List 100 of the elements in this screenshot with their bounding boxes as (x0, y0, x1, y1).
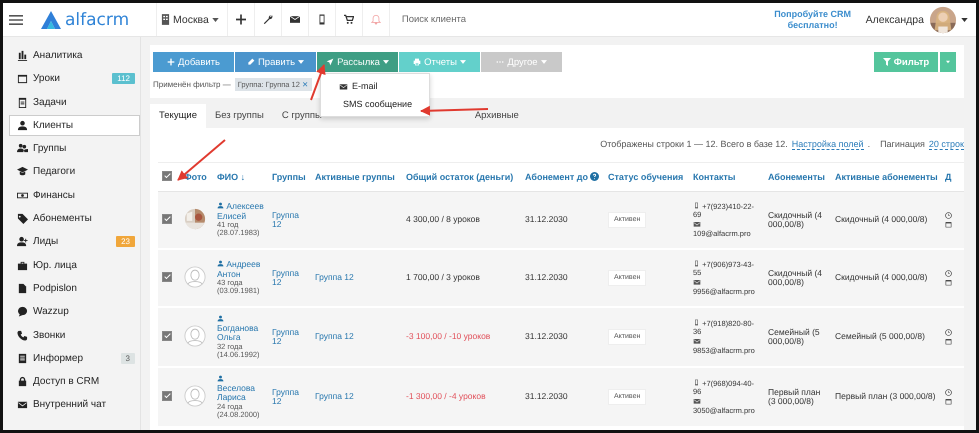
tag-icon (17, 213, 28, 224)
caret-icon[interactable] (961, 18, 968, 22)
user-icon (217, 260, 224, 268)
branch-selector[interactable]: Москва (161, 3, 228, 36)
group-link[interactable]: Группа 12 (315, 332, 354, 342)
pagination-link[interactable]: 20 строк (928, 139, 964, 150)
logo-text: alfacrm (65, 10, 130, 30)
tab[interactable]: Без группы (206, 104, 273, 128)
pagination-label: Пагинация (880, 139, 925, 150)
column-header[interactable]: Д (945, 172, 952, 182)
mobile-phone-icon (693, 319, 700, 326)
avatar-placeholder-icon (184, 266, 206, 288)
plus-icon (167, 58, 175, 66)
date-text: 31.12.2030 (525, 273, 568, 283)
caret-icon (298, 60, 304, 64)
funnel-icon (882, 58, 891, 66)
menu-icon[interactable] (9, 14, 23, 26)
client-name-link[interactable]: Богданова Ольга (217, 314, 264, 343)
column-header[interactable]: Статус обучения (608, 172, 684, 182)
field-settings-link[interactable]: Настройка полей (792, 139, 864, 150)
client-name-link[interactable]: Андреев Антон (217, 260, 264, 280)
toolbar-button[interactable]: Править (235, 52, 316, 72)
sidebar-item[interactable]: Педагоги (9, 161, 140, 182)
sidebar-item[interactable]: Информер 3 (9, 348, 140, 369)
column-header[interactable]: Активные абонементы (835, 172, 938, 182)
calendar-icon[interactable] (945, 279, 952, 286)
subscription-text: Скидочный (4 000,00/8) (768, 210, 824, 230)
sidebar-item[interactable]: Задачи (9, 92, 140, 113)
caret-icon (460, 60, 466, 64)
column-header[interactable]: Абонементы (768, 172, 825, 182)
sidebar-item[interactable]: Юр. лица (9, 254, 140, 276)
checkbox[interactable] (162, 330, 172, 341)
checkbox[interactable] (162, 171, 172, 181)
client-name-link[interactable]: Алексеев Елисей (217, 202, 264, 222)
menu-item[interactable]: E-mail (321, 77, 429, 95)
column-header[interactable]: Активные группы (315, 172, 395, 182)
group-link[interactable]: Группа 12 (315, 273, 354, 283)
sidebar-item[interactable]: Аналитика (9, 45, 140, 66)
user-icon (17, 120, 28, 131)
sidebar-item[interactable]: Уроки 112 (9, 68, 140, 90)
column-header[interactable]: ФИО ↓ (217, 172, 246, 182)
sidebar-item[interactable]: Podpislon (9, 278, 140, 299)
send-icon (326, 58, 334, 66)
balance-text: -3 100,00 / -10 уроков (406, 332, 490, 342)
client-name-link[interactable]: Веселова Лариса (217, 374, 264, 403)
user-name[interactable]: Александра (866, 14, 924, 26)
calendar-icon[interactable] (945, 398, 952, 405)
column-header[interactable]: Контакты (693, 172, 736, 182)
envelope-icon (693, 396, 701, 404)
tab[interactable]: Текущие (150, 104, 206, 128)
rows-summary: Отображены строки 1 — 12. Всего в базе 12. (600, 139, 788, 150)
calendar-icon[interactable] (945, 221, 952, 228)
chat-bubble-icon (17, 306, 28, 318)
group-link[interactable]: Группа 12 (315, 392, 354, 402)
caret-icon (540, 60, 547, 64)
sidebar-item[interactable]: Доступ в CRM (9, 371, 140, 392)
chart-icon (17, 50, 28, 61)
promo-link[interactable]: Попробуйте CRM бесплатно! (774, 9, 852, 30)
balance-text: 4 300,00 / 8 уроков (406, 215, 480, 225)
checkbox[interactable] (162, 390, 172, 401)
user-icon (217, 314, 224, 322)
document-icon (17, 282, 28, 294)
clock-icon[interactable] (945, 270, 952, 277)
period-text: . (868, 139, 870, 150)
date-text: 31.12.2030 (525, 392, 568, 402)
list-icon (17, 352, 28, 364)
sidebar-item[interactable]: Лиды 23 (9, 231, 140, 252)
avatar-placeholder-icon (184, 324, 206, 347)
checkbox[interactable] (162, 214, 172, 224)
toolbar-button[interactable]: Рассылка (317, 52, 398, 72)
sidebar-item[interactable]: Внутренний чат (9, 394, 140, 416)
annotation-arrow (310, 64, 326, 100)
help-icon[interactable] (590, 172, 599, 181)
column-header[interactable]: Общий остаток (деньги) (406, 172, 514, 182)
phone-icon (17, 330, 28, 341)
sidebar-item[interactable]: Группы (9, 138, 140, 160)
column-header[interactable]: Абонемент до (525, 172, 588, 182)
sidebar-item[interactable]: Абонементы (9, 208, 140, 230)
sidebar-item[interactable]: Wazzup (9, 301, 140, 322)
subscription-text: Первый план (3 000,00/8) (768, 388, 822, 406)
checkbox[interactable] (162, 272, 172, 282)
sidebar-item[interactable]: Звонки (9, 324, 140, 346)
clock-icon[interactable] (945, 389, 952, 396)
logo-icon (41, 10, 61, 28)
clock-icon[interactable] (945, 212, 952, 219)
date-text: 31.12.2030 (525, 332, 568, 342)
printer-icon (413, 58, 422, 66)
sidebar-item[interactable]: Клиенты (9, 114, 140, 136)
avatar-placeholder-icon (184, 384, 206, 407)
subscription-text: Скидочный (4 000,00/8) (768, 268, 824, 288)
tab[interactable]: Архивные (466, 104, 528, 128)
envelope-icon (693, 220, 701, 228)
clock-icon[interactable] (945, 329, 952, 336)
caret-icon (212, 18, 219, 22)
toolbar-button[interactable]: Добавить (153, 52, 234, 72)
calendar-icon[interactable] (945, 338, 952, 345)
user-icon (217, 374, 224, 382)
sidebar-item[interactable]: Финансы (9, 184, 140, 206)
column-header[interactable]: Группы (272, 172, 306, 182)
subscription-text: Семейный (5 000,00/8) (768, 328, 821, 346)
